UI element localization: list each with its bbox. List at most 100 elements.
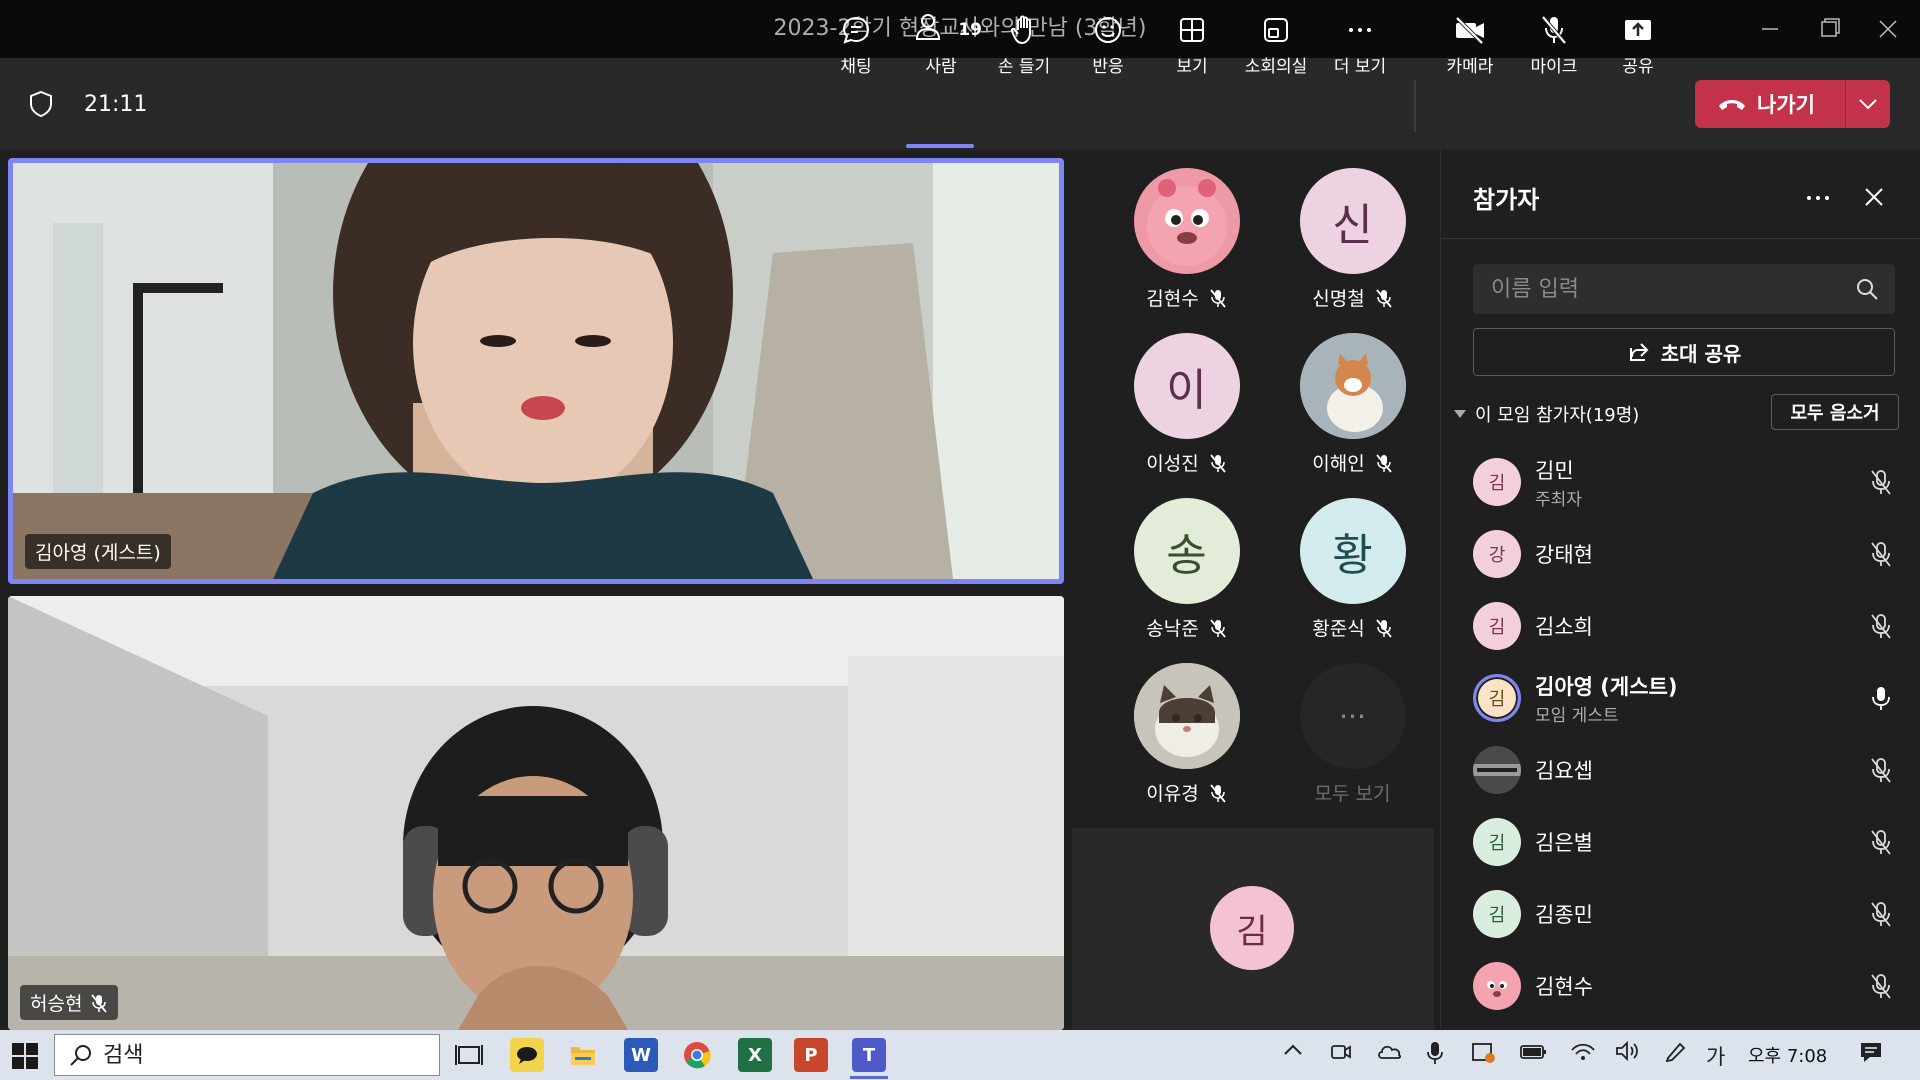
- toolbar-separator: [1414, 80, 1416, 132]
- search-icon: [70, 1045, 91, 1066]
- avatar: 김: [1473, 818, 1521, 866]
- gallery-tile[interactable]: 이 이성진: [1104, 333, 1269, 476]
- breakout-rooms-label: 소회의실: [1244, 57, 1308, 77]
- gallery-name: 이유경: [1146, 783, 1199, 805]
- people-button[interactable]: 19 사람: [900, 14, 982, 77]
- camera-button[interactable]: 카메라: [1430, 14, 1510, 77]
- restore-button[interactable]: [1810, 10, 1850, 48]
- share-button[interactable]: 공유: [1598, 14, 1678, 77]
- taskbar-search-input[interactable]: [103, 1042, 423, 1068]
- participant-row[interactable]: 김 김민 주최자: [1473, 446, 1893, 518]
- participant-row[interactable]: 김 김은별: [1473, 806, 1893, 878]
- pen-icon[interactable]: [1664, 1040, 1688, 1067]
- avatar: [1133, 663, 1240, 769]
- microphone-icon[interactable]: [1426, 1040, 1444, 1071]
- gallery-name: 신명철: [1312, 288, 1365, 310]
- participant-name: 김은별: [1535, 831, 1593, 855]
- minimize-button[interactable]: [1750, 10, 1790, 48]
- participant-video: [8, 596, 1064, 1030]
- mic-off-icon: [1210, 783, 1226, 803]
- chat-icon: [842, 16, 870, 44]
- mic-off-icon: [1871, 830, 1891, 855]
- word-icon[interactable]: W: [624, 1038, 658, 1072]
- video-name-tag: 김아영 (게스트): [25, 534, 171, 569]
- avatar: 황: [1299, 498, 1406, 604]
- gallery-tile[interactable]: 이유경: [1104, 663, 1269, 806]
- chrome-icon[interactable]: [680, 1038, 714, 1072]
- participant-search[interactable]: [1473, 264, 1895, 314]
- file-explorer-icon[interactable]: [566, 1038, 600, 1072]
- teams-icon[interactable]: T: [852, 1038, 886, 1072]
- chevron-down-icon[interactable]: [1453, 409, 1467, 419]
- gallery-tile[interactable]: 이해인: [1270, 333, 1435, 476]
- kakaotalk-icon[interactable]: [510, 1038, 544, 1072]
- video-name-tag: 허승현: [20, 985, 119, 1020]
- avatar: 김: [1473, 458, 1521, 506]
- mic-off-icon: [1541, 15, 1567, 45]
- gallery-tile[interactable]: 신 신명철: [1270, 168, 1435, 311]
- participant-row[interactable]: 김 김아영 (게스트) 모임 게스트: [1473, 662, 1893, 734]
- view-button[interactable]: 보기: [1152, 14, 1232, 77]
- screen-capture-icon[interactable]: [1470, 1040, 1496, 1069]
- meet-now-icon[interactable]: [1330, 1040, 1352, 1069]
- video-tile-participant[interactable]: 허승현: [8, 596, 1064, 1030]
- participant-row[interactable]: 김 김종민: [1473, 878, 1893, 950]
- participant-row[interactable]: 김현수: [1473, 950, 1893, 1022]
- raise-hand-button[interactable]: 손 들기: [984, 14, 1064, 77]
- windows-start-icon[interactable]: [12, 1043, 38, 1073]
- participant-list: 김 김민 주최자 강 강태현 김 김소희 김 김아영 (게스트) 모임 게스트 김요…: [1473, 446, 1893, 1022]
- panel-close-icon[interactable]: [1861, 184, 1887, 214]
- reaction-button[interactable]: 반응: [1068, 14, 1148, 77]
- more-button[interactable]: 더 보기: [1320, 14, 1400, 77]
- section-title: 이 모임 참가자(19명): [1475, 405, 1640, 426]
- breakout-rooms-icon: [1264, 18, 1288, 42]
- breakout-rooms-button[interactable]: 소회의실: [1236, 14, 1316, 77]
- gallery-tile[interactable]: 김현수: [1104, 168, 1269, 311]
- search-icon: [1857, 279, 1878, 300]
- volume-icon[interactable]: [1614, 1040, 1640, 1067]
- video-tile-active-speaker[interactable]: 김아영 (게스트): [8, 158, 1064, 584]
- notification-icon[interactable]: [1858, 1040, 1884, 1069]
- view-all-tile[interactable]: ··· 모두 보기: [1270, 663, 1435, 806]
- mic-off-icon: [1871, 902, 1891, 927]
- participant-video: [13, 163, 1059, 579]
- participant-row[interactable]: 김요셉: [1473, 734, 1893, 806]
- raise-hand-label: 손 들기: [997, 57, 1051, 77]
- participant-name: 강태현: [1535, 543, 1593, 567]
- excel-icon[interactable]: X: [738, 1038, 772, 1072]
- leave-button[interactable]: 나가기: [1695, 80, 1890, 128]
- gallery-tile[interactable]: 황 황준식: [1270, 498, 1435, 641]
- search-input[interactable]: [1473, 264, 1833, 314]
- task-view-icon[interactable]: [452, 1038, 486, 1072]
- mic-off-icon: [1871, 614, 1891, 639]
- ime-indicator[interactable]: 가: [1706, 1041, 1725, 1071]
- taskbar-clock[interactable]: 오후 7:08: [1748, 1042, 1827, 1068]
- participant-row[interactable]: 강 강태현: [1473, 518, 1893, 590]
- video-tile-avatar[interactable]: 김: [1072, 828, 1434, 1030]
- participant-name: 김요셉: [1535, 759, 1593, 783]
- onedrive-icon[interactable]: [1376, 1040, 1402, 1067]
- wifi-icon[interactable]: [1570, 1040, 1596, 1067]
- video-participant-name: 허승현: [30, 993, 83, 1015]
- people-count: 19: [958, 20, 982, 40]
- avatar: 송: [1133, 498, 1240, 604]
- battery-icon[interactable]: [1518, 1040, 1548, 1067]
- mic-off-icon: [1210, 453, 1226, 473]
- participant-name: 김소희: [1535, 615, 1593, 639]
- panel-more-icon[interactable]: [1803, 188, 1833, 212]
- leave-options-chevron-icon[interactable]: [1846, 98, 1890, 110]
- invite-share-button[interactable]: 초대 공유: [1473, 328, 1895, 376]
- meeting-timer: 21:11: [84, 92, 148, 117]
- mic-button[interactable]: 마이크: [1514, 14, 1594, 77]
- chevron-up-icon[interactable]: [1282, 1040, 1304, 1065]
- avatar: 이: [1133, 333, 1240, 439]
- view-label: 보기: [1176, 57, 1208, 77]
- close-window-button[interactable]: [1868, 10, 1908, 48]
- chat-button[interactable]: 채팅: [816, 14, 896, 77]
- taskbar-search[interactable]: [54, 1034, 440, 1076]
- gallery-tile[interactable]: 송 송낙준: [1104, 498, 1269, 641]
- participant-row[interactable]: 김 김소희: [1473, 590, 1893, 662]
- powerpoint-icon[interactable]: P: [794, 1038, 828, 1072]
- avatar: 김: [1473, 890, 1521, 938]
- mute-all-button[interactable]: 모두 음소거: [1771, 394, 1899, 430]
